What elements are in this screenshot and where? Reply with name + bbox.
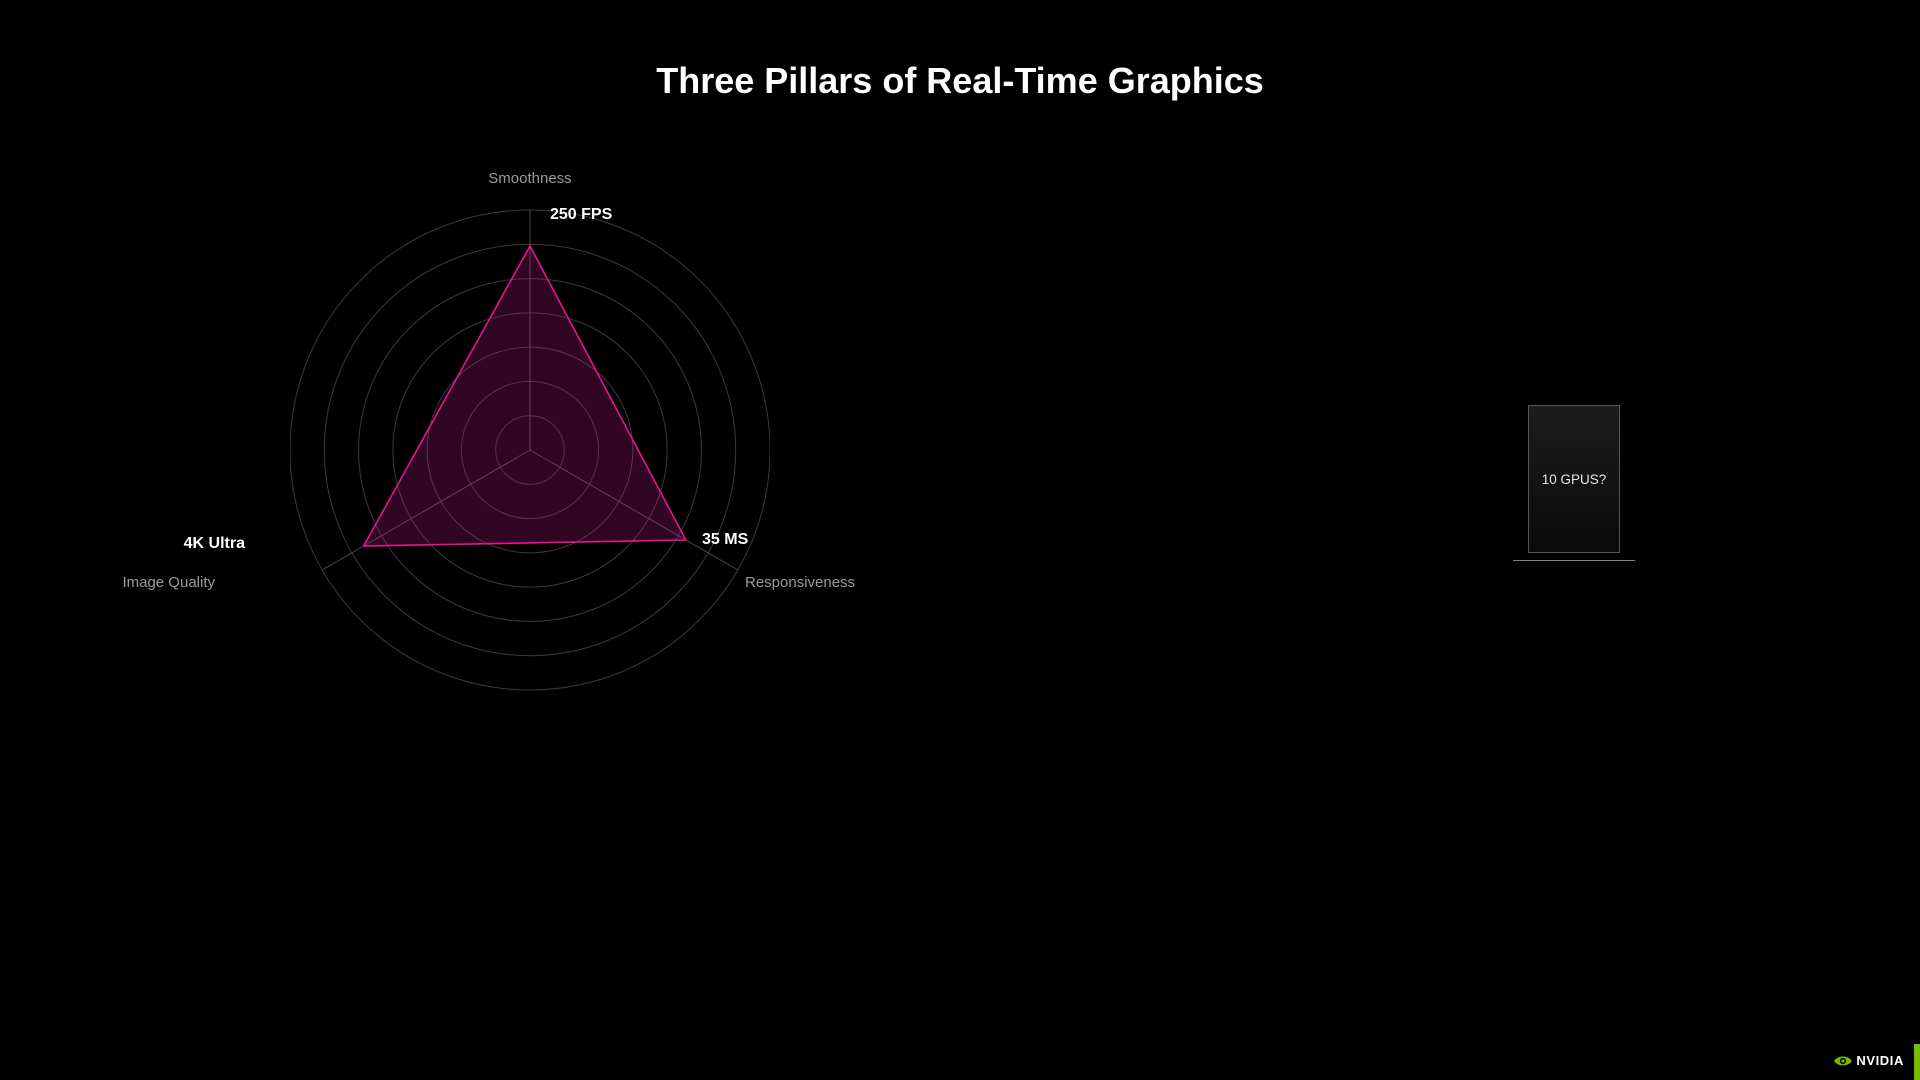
axis-label-smoothness: Smoothness [488, 170, 571, 187]
axis-label-responsiveness: Responsiveness [745, 574, 855, 591]
brand-logo: NVIDIA [1834, 1053, 1904, 1068]
value-label-image-quality: 4K Ultra [184, 535, 245, 553]
radar-chart: Smoothness 250 FPS Responsiveness 35 MS … [290, 160, 770, 720]
gpu-box-underline [1513, 560, 1635, 561]
value-label-smoothness: 250 FPS [550, 206, 612, 224]
gpu-count-box: 10 GPUS? [1528, 405, 1620, 553]
nvidia-eye-icon [1834, 1054, 1852, 1068]
page-title: Three Pillars of Real-Time Graphics [656, 60, 1264, 102]
value-label-responsiveness: 35 MS [702, 531, 748, 549]
axis-label-image-quality: Image Quality [122, 574, 215, 591]
brand-name: NVIDIA [1856, 1053, 1904, 1068]
green-accent-strip [1914, 1044, 1920, 1080]
gpu-count-label: 10 GPUS? [1542, 472, 1607, 487]
